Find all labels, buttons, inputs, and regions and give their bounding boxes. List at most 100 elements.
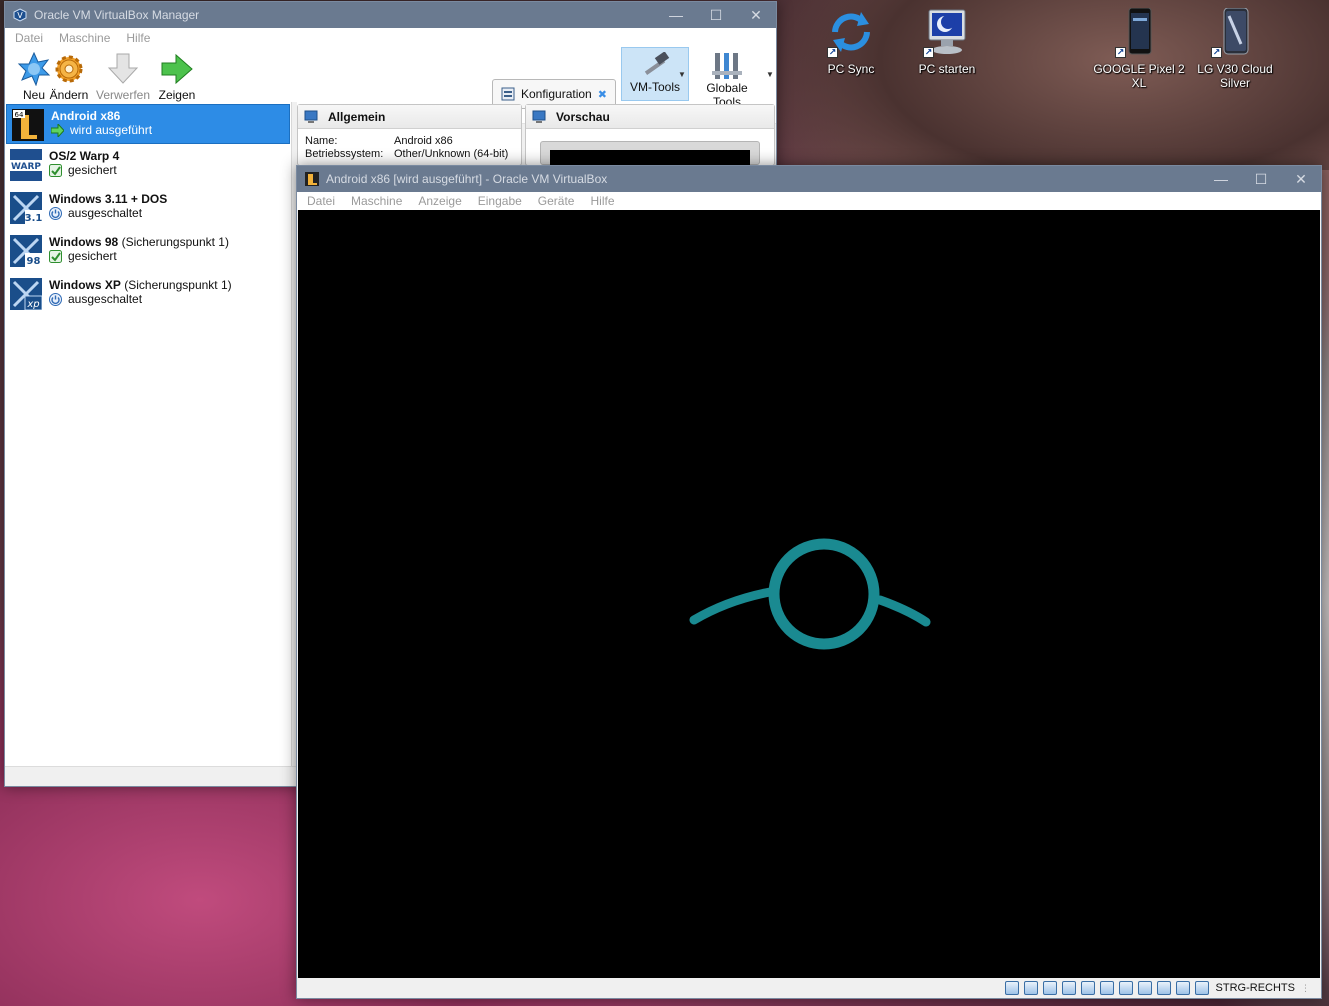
vm-name: Windows 3.11 + DOS <box>49 192 168 206</box>
audio-icon[interactable] <box>1042 981 1057 995</box>
global-tools-button[interactable]: Globale Tools <box>691 47 763 109</box>
global-tools-dropdown-icon[interactable]: ▼ <box>766 70 776 79</box>
desktop-icon-pc-starten[interactable]: ↗ PC starten <box>899 8 995 76</box>
vm-item-windows-311[interactable]: 3.1 Windows 3.11 + DOS ausgeschaltet <box>5 188 291 231</box>
menu-hilfe[interactable]: Hilfe <box>582 194 622 208</box>
maximize-button[interactable]: ☐ <box>696 2 736 28</box>
windows-98-os-icon: 98 <box>10 235 42 267</box>
network-icon[interactable] <box>1061 981 1076 995</box>
desktop-icon-label: GOOGLE Pixel 2 XL <box>1093 62 1185 90</box>
maximize-button[interactable]: ☐ <box>1241 166 1281 192</box>
discard-label: Verwerfen <box>95 88 151 102</box>
general-panel-header[interactable]: Allgemein <box>298 105 521 129</box>
vm-item-os2-warp[interactable]: WARP OS/2 Warp 4 gesichert <box>5 145 291 188</box>
desktop-icon-google-pixel[interactable]: ↗ GOOGLE Pixel 2 XL <box>1091 7 1187 90</box>
desktop-icon-label: PC starten <box>918 62 976 76</box>
change-label: Ändern <box>49 88 89 102</box>
arrow-right-icon <box>161 53 193 85</box>
gear-icon <box>55 55 83 83</box>
manager-title: Oracle VM VirtualBox Manager <box>34 8 200 22</box>
vm-snapshot: (Sicherungspunkt 1) <box>124 278 232 292</box>
monitor-icon: ↗ <box>923 8 971 58</box>
preview-panel-title: Vorschau <box>556 109 610 124</box>
shortcut-arrow-icon: ↗ <box>827 47 838 58</box>
menu-hilfe[interactable]: Hilfe <box>118 31 158 45</box>
vm-state: ausgeschaltet <box>68 206 143 220</box>
desktop-icon-label: PC Sync <box>827 62 875 76</box>
vm-tools-dropdown-icon[interactable]: ▼ <box>678 70 688 79</box>
sync-icon: ↗ <box>827 8 875 58</box>
pin-icon[interactable]: ✖ <box>598 88 607 101</box>
vm-tools-label: VM-Tools <box>629 80 680 94</box>
menu-maschine[interactable]: Maschine <box>51 31 118 45</box>
vm-name: Android x86 <box>51 109 121 123</box>
arrow-down-icon <box>107 53 139 84</box>
vm-snapshot: (Sicherungspunkt 1) <box>121 235 229 249</box>
menu-maschine[interactable]: Maschine <box>343 194 410 208</box>
saved-state-icon <box>49 163 62 177</box>
vm-item-android[interactable]: 64 Android x86 wird ausgeführt <box>6 104 290 144</box>
os-key: Betriebssystem: <box>305 148 384 160</box>
shared-folder-icon[interactable] <box>1099 981 1114 995</box>
vm-name: OS/2 Warp 4 <box>49 149 120 163</box>
vm-window-title: Android x86 [wird ausgeführt] - Oracle V… <box>326 172 608 186</box>
general-panel-title: Allgemein <box>328 109 386 124</box>
android-boot-logo <box>689 538 931 650</box>
os2-warp-os-icon: WARP <box>10 149 42 181</box>
running-arrow-icon <box>51 123 64 137</box>
power-off-icon <box>49 292 62 306</box>
preview-panel: Vorschau <box>525 104 775 166</box>
os-badge: xp <box>26 299 39 310</box>
close-button[interactable]: ✕ <box>1281 166 1321 192</box>
resize-grip-icon[interactable]: ⋮ <box>1301 983 1311 993</box>
show-label: Zeigen <box>158 88 196 102</box>
os-badge: WARP <box>11 162 41 172</box>
vm-state: gesichert <box>68 249 117 263</box>
os-value: Other/Unknown (64-bit) <box>394 148 509 160</box>
svg-text:V: V <box>17 11 23 20</box>
mouse-integration-icon[interactable] <box>1175 981 1190 995</box>
vm-state: wird ausgeführt <box>70 123 153 137</box>
menu-datei[interactable]: Datei <box>299 194 343 208</box>
vm-titlebar[interactable]: Android x86 [wird ausgeführt] - Oracle V… <box>297 166 1321 192</box>
tools-icon <box>712 53 742 79</box>
saved-state-icon <box>49 249 62 263</box>
manager-titlebar[interactable]: V Oracle VM VirtualBox Manager — ☐ ✕ <box>5 2 776 28</box>
vm-menubar: Datei Maschine Anzeige Eingabe Geräte Hi… <box>297 192 1321 210</box>
vm-display[interactable] <box>298 210 1320 978</box>
os-badge: 98 <box>27 256 41 267</box>
windows-xp-os-icon: xp <box>10 278 43 311</box>
menu-datei[interactable]: Datei <box>7 31 51 45</box>
vm-item-windows-xp[interactable]: xp Windows XP (Sicherungspunkt 1) ausges… <box>5 274 291 317</box>
desktop-icon-lg-v30[interactable]: ↗ LG V30 Cloud Silver <box>1187 7 1283 90</box>
menu-eingabe[interactable]: Eingabe <box>470 194 530 208</box>
usb-icon[interactable] <box>1080 981 1095 995</box>
preview-panel-header[interactable]: Vorschau <box>526 105 774 129</box>
recording-icon[interactable] <box>1137 981 1152 995</box>
vm-statusbar: STRG-RECHTS ⋮ <box>297 978 1321 998</box>
preview-screen <box>550 150 750 166</box>
close-button[interactable]: ✕ <box>736 2 776 28</box>
optical-drive-icon[interactable] <box>1023 981 1038 995</box>
virtualization-icon[interactable] <box>1156 981 1171 995</box>
vm-window: Android x86 [wird ausgeführt] - Oracle V… <box>296 165 1322 999</box>
phone-icon: ↗ <box>1115 7 1163 58</box>
desktop-icon-pc-sync[interactable]: ↗ PC Sync <box>803 8 899 76</box>
vm-name: Windows XP <box>49 278 121 292</box>
hard-disk-icon[interactable] <box>1004 981 1019 995</box>
vm-item-windows-98[interactable]: 98 Windows 98 (Sicherungspunkt 1) gesich… <box>5 231 291 274</box>
menu-geraete[interactable]: Geräte <box>530 194 583 208</box>
display-icon[interactable] <box>1118 981 1133 995</box>
vm-state: ausgeschaltet <box>68 292 143 306</box>
minimize-button[interactable]: — <box>1201 166 1241 192</box>
shortcut-arrow-icon: ↗ <box>1115 47 1126 58</box>
minimize-button[interactable]: — <box>656 2 696 28</box>
manager-menubar: Datei Maschine Hilfe <box>5 28 776 48</box>
vm-name: Windows 98 <box>49 235 119 249</box>
android-vm-icon <box>305 172 319 186</box>
vm-list: 64 Android x86 wird ausgeführt WARP OS/2… <box>5 102 292 766</box>
name-value: Android x86 <box>394 135 453 147</box>
android-os-icon: 64 <box>12 109 44 141</box>
menu-anzeige[interactable]: Anzeige <box>410 194 469 208</box>
keyboard-capture-icon[interactable] <box>1194 981 1209 995</box>
